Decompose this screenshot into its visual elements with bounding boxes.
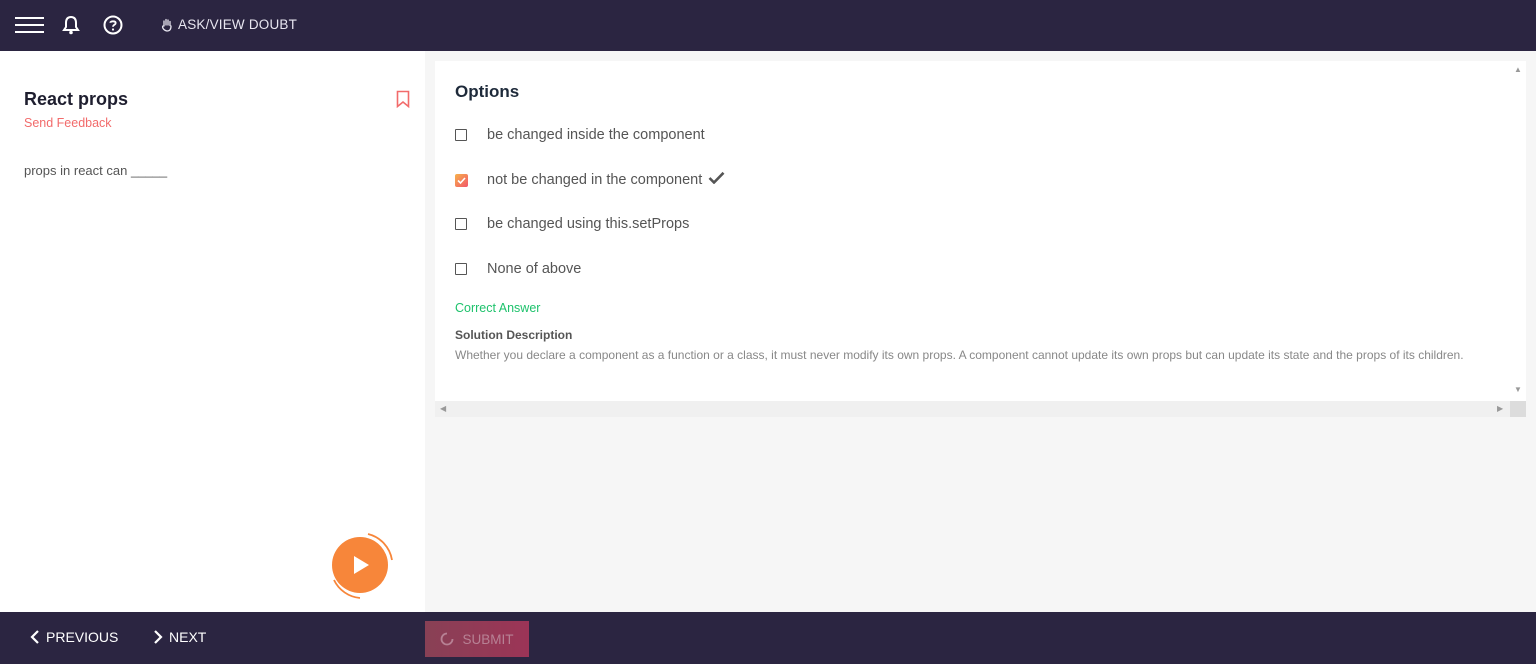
option-checkbox-checked[interactable]	[455, 173, 468, 187]
spinner-icon	[441, 632, 454, 646]
next-label: NEXT	[169, 629, 207, 645]
solution-text: Whether you declare a component as a fun…	[455, 348, 1464, 362]
submit-button[interactable]: SUBMIT	[425, 621, 529, 657]
bottom-navbar: PREVIOUS NEXT SUBMIT	[0, 612, 1536, 664]
question-panel: React props Send Feedback props in react…	[0, 51, 425, 612]
send-feedback-link[interactable]: Send Feedback	[24, 116, 112, 130]
next-button[interactable]: NEXT	[153, 629, 206, 645]
checkmark-icon	[708, 171, 725, 189]
option-1[interactable]: be changed inside the component	[455, 127, 705, 143]
option-label: not be changed in the component	[487, 172, 703, 188]
options-card: Options be changed inside the component …	[435, 61, 1510, 401]
options-title: Options	[455, 82, 520, 101]
hamburger-icon[interactable]	[15, 17, 44, 33]
option-label: None of above	[487, 261, 582, 277]
top-navbar: ASK/VIEW DOUBT	[0, 0, 1536, 51]
submit-label: SUBMIT	[462, 631, 514, 647]
option-label: be changed inside the component	[487, 127, 705, 143]
chevron-left-icon	[30, 630, 39, 644]
ask-view-doubt-button[interactable]: ASK/VIEW DOUBT	[161, 17, 297, 32]
ask-view-doubt-label: ASK/VIEW DOUBT	[178, 17, 298, 32]
solution-heading: Solution Description	[455, 328, 573, 342]
option-3[interactable]: be changed using this.setProps	[455, 216, 689, 232]
scroll-down-arrow-icon[interactable]: ▼	[1514, 385, 1522, 394]
previous-label: PREVIOUS	[46, 629, 119, 645]
bell-icon[interactable]	[61, 15, 81, 35]
scroll-left-arrow-icon[interactable]: ◀	[440, 404, 446, 413]
bookmark-icon[interactable]	[396, 90, 410, 109]
option-4[interactable]: None of above	[455, 261, 581, 277]
chevron-right-icon	[154, 630, 163, 644]
option-checkbox[interactable]	[455, 263, 467, 275]
play-button[interactable]	[324, 530, 396, 602]
question-title: React props	[24, 89, 129, 109]
scrollbar-corner	[1510, 401, 1526, 417]
question-circle-icon[interactable]	[103, 15, 123, 35]
previous-button[interactable]: PREVIOUS	[30, 629, 118, 645]
option-checkbox[interactable]	[455, 218, 467, 230]
option-checkbox[interactable]	[455, 129, 467, 141]
correct-answer-label: Correct Answer	[455, 301, 541, 315]
option-2[interactable]: not be changed in the component	[455, 171, 725, 189]
option-label: be changed using this.setProps	[487, 216, 690, 232]
scroll-right-arrow-icon[interactable]: ▶	[1497, 404, 1503, 413]
scroll-up-arrow-icon[interactable]: ▲	[1514, 65, 1522, 74]
vertical-scrollbar[interactable]: ▲ ▼	[1510, 61, 1526, 401]
question-text: props in react can _____	[24, 163, 168, 178]
hand-icon	[161, 18, 172, 32]
horizontal-scrollbar[interactable]: ◀ ▶	[435, 401, 1510, 417]
